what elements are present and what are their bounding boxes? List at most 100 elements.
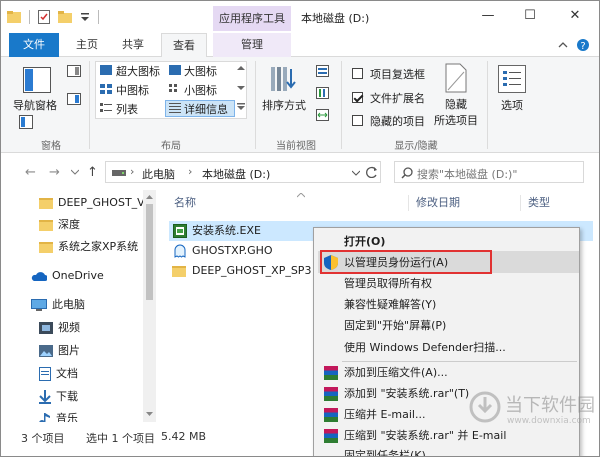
minimize-button[interactable]: — — [474, 6, 502, 26]
menu-item-pin-to-taskbar[interactable]: 固定到任务栏(K) — [344, 445, 426, 456]
column-header-type[interactable]: 类型 — [528, 190, 550, 216]
video-icon — [39, 322, 53, 334]
address-dropdown-icon[interactable] — [352, 170, 360, 176]
highlight-annotation-box — [320, 250, 492, 274]
menu-item-take-ownership[interactable]: 管理员取得所有权 — [344, 273, 432, 295]
details-icon — [169, 103, 181, 113]
layout-list[interactable]: 列表 — [116, 101, 138, 117]
nav-item-folder[interactable]: DEEP_GHOST_V — [39, 192, 177, 214]
file-extensions-checkbox[interactable] — [352, 92, 363, 103]
status-item-count: 3 个项目 — [21, 432, 65, 445]
menu-item-compress-email[interactable]: 压缩并 E-mail... — [344, 404, 425, 426]
scrollbar-thumb[interactable] — [146, 204, 153, 300]
close-button[interactable]: ✕ — [561, 6, 589, 26]
file-extensions-label: 文件扩展名 — [370, 92, 425, 105]
nav-item-pictures[interactable]: 图片 — [39, 340, 177, 362]
menu-item-troubleshoot-compatibility[interactable]: 兼容性疑难解答(Y) — [344, 294, 436, 316]
folder-icon — [39, 197, 53, 209]
qat-divider — [29, 10, 30, 24]
layout-small-icons[interactable]: 小图标 — [184, 82, 217, 98]
column-header-name[interactable]: 名称 — [174, 190, 196, 216]
search-box[interactable]: 搜索"本地磁盘 (D:)" — [394, 161, 584, 183]
navigation-bar: ← → ↑ › 此电脑 › 本地磁盘 (D:) 搜索"本地磁盘 (D:)" — [1, 154, 599, 190]
hide-selected-line2[interactable]: 所选项目 — [434, 112, 478, 128]
layout-expand-icon[interactable] — [237, 103, 245, 111]
qat-dropdown-icon[interactable] — [80, 11, 90, 23]
svg-text:?: ? — [580, 41, 585, 52]
refresh-icon[interactable] — [366, 166, 378, 178]
layout-medium-icons[interactable]: 中图标 — [116, 82, 149, 98]
list-icon — [100, 103, 112, 112]
exe-icon — [173, 224, 187, 238]
computer-icon — [31, 299, 47, 311]
column-divider — [520, 195, 521, 211]
sort-by-button[interactable]: 排序方式 — [262, 97, 306, 113]
details-pane-icon[interactable] — [67, 93, 81, 105]
picture-icon — [39, 345, 53, 357]
hidden-items-checkbox[interactable] — [352, 115, 363, 126]
layout-scroll-down-icon[interactable] — [237, 85, 245, 91]
menu-item-add-to-rar[interactable]: 添加到 "安装系统.rar"(T) — [344, 383, 469, 405]
properties-icon[interactable] — [38, 10, 50, 24]
nav-item-folder[interactable]: 深度 — [39, 214, 177, 236]
column-header-modified[interactable]: 修改日期 — [416, 190, 460, 216]
breadcrumb-drive[interactable]: 本地磁盘 (D:) — [202, 166, 270, 182]
forward-button[interactable]: → — [49, 165, 60, 180]
item-checkboxes-checkbox[interactable] — [352, 68, 363, 79]
winrar-icon — [324, 429, 338, 443]
breadcrumb-separator: › — [130, 165, 135, 178]
new-folder-icon[interactable] — [58, 11, 72, 23]
menu-item-add-to-archive[interactable]: 添加到压缩文件(A)... — [344, 362, 448, 384]
help-icon[interactable]: ? — [576, 38, 590, 52]
layout-scroll-up-icon[interactable] — [237, 65, 245, 71]
context-tab-app-tools: 应用程序工具 — [213, 6, 291, 31]
layout-large-icons[interactable]: 大图标 — [184, 63, 217, 79]
sort-indicator-icon — [297, 193, 305, 198]
back-button[interactable]: ← — [25, 165, 36, 180]
nav-pane-dropdown-icon[interactable] — [19, 115, 33, 129]
layout-extra-large-icons[interactable]: 超大图标 — [116, 63, 160, 79]
maximize-button[interactable]: ☐ — [516, 6, 544, 26]
layout-details[interactable]: 详细信息 — [184, 101, 228, 117]
tab-home[interactable]: 主页 — [67, 33, 107, 57]
winrar-icon — [324, 366, 338, 380]
navigation-pane-icon[interactable] — [23, 67, 51, 93]
collapse-ribbon-icon[interactable] — [558, 41, 568, 49]
sort-by-icon[interactable] — [269, 65, 297, 93]
scroll-up-icon[interactable] — [146, 194, 153, 199]
options-button[interactable]: 选项 — [501, 97, 523, 113]
up-button[interactable]: ↑ — [87, 165, 98, 180]
nav-item-documents[interactable]: 文档 — [39, 363, 177, 385]
tab-view[interactable]: 查看 — [161, 33, 207, 58]
winrar-icon — [324, 387, 338, 401]
group-divider — [89, 61, 90, 149]
hide-selected-icon[interactable] — [445, 63, 467, 93]
breadcrumb-this-pc[interactable]: 此电脑 — [142, 166, 175, 182]
medium-icons-icon — [100, 84, 112, 94]
tab-manage[interactable]: 管理 — [213, 33, 291, 57]
tab-share[interactable]: 共享 — [113, 33, 153, 57]
hide-selected-line1[interactable]: 隐藏 — [445, 96, 467, 112]
group-by-icon[interactable] — [316, 65, 332, 77]
menu-item-pin-to-start[interactable]: 固定到"开始"屏幕(P) — [344, 315, 446, 337]
navigation-pane-button[interactable]: 导航窗格 — [13, 97, 57, 113]
nav-item-videos[interactable]: 视频 — [39, 317, 177, 339]
preview-pane-icon[interactable] — [67, 65, 81, 77]
watermark-logo-icon — [469, 391, 501, 423]
folder-icon — [39, 241, 53, 253]
options-icon[interactable] — [498, 65, 526, 93]
size-columns-icon[interactable] — [316, 109, 332, 121]
navigation-pane-scrollbar[interactable] — [143, 190, 156, 422]
scroll-down-icon[interactable] — [146, 412, 153, 417]
tab-file[interactable]: 文件 — [9, 33, 59, 57]
menu-item-scan-defender[interactable]: 使用 Windows Defender扫描... — [344, 337, 506, 359]
recent-locations-chevron-icon[interactable] — [71, 169, 79, 175]
add-columns-icon[interactable] — [316, 87, 332, 99]
nav-item-folder[interactable]: 系统之家XP系统 — [39, 236, 177, 258]
address-bar[interactable]: › 此电脑 › 本地磁盘 (D:) — [105, 161, 381, 183]
ribbon-view: 导航窗格 窗格 超大图标 大图标 中图标 小图标 列表 详细信息 布局 排序方式… — [1, 57, 599, 153]
ribbon-tabs: 文件 主页 共享 查看 管理 ? — [1, 33, 599, 58]
nav-item-downloads[interactable]: 下载 — [39, 386, 177, 408]
small-icons-icon — [169, 84, 177, 92]
app-icon — [7, 11, 21, 23]
